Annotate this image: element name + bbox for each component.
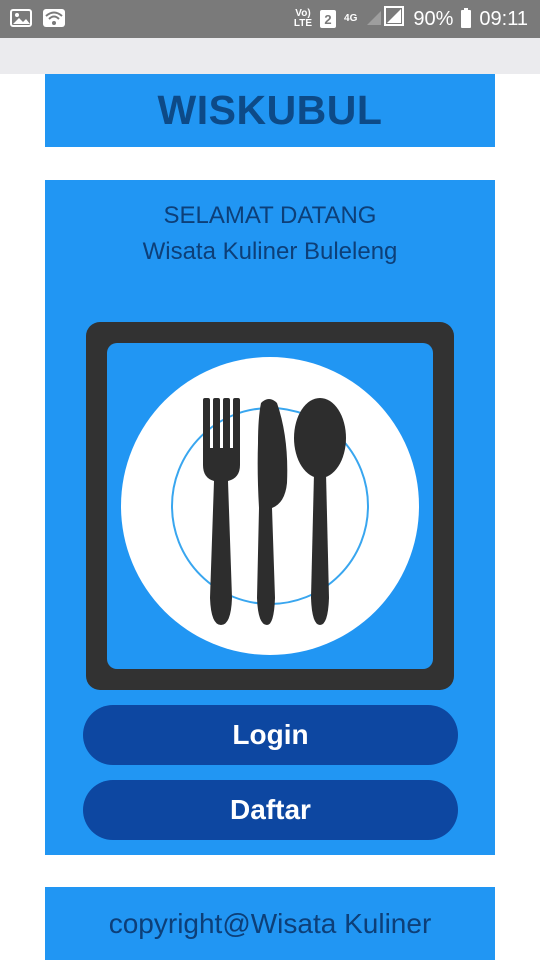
copyright-text: copyright@Wisata Kuliner: [108, 907, 432, 939]
app-header: WISKUBUL: [45, 74, 495, 147]
status-bar: Vo) LTE 2 4G 90% 09:11: [0, 0, 540, 38]
clock: 09:11: [479, 7, 528, 30]
battery-percent: 90%: [413, 7, 454, 30]
plate-cutlery-icon: [121, 357, 419, 655]
wifi-icon: [42, 8, 66, 33]
welcome-card: SELAMAT DATANG Wisata Kuliner Buleleng L…: [45, 180, 495, 855]
logo-background: [107, 343, 433, 669]
footer: copyright@Wisata Kuliner: [45, 887, 495, 960]
status-bar-left: [10, 8, 66, 33]
volte-indicator: Vo) LTE: [293, 8, 313, 29]
welcome-subheading: Wisata Kuliner Buleleng: [142, 238, 398, 265]
battery-icon: [461, 8, 472, 28]
app-logo: [86, 322, 454, 690]
gallery-notification-icon: [10, 8, 32, 33]
login-button[interactable]: Login: [83, 705, 458, 765]
sim-badge: 2: [320, 10, 337, 28]
app-title: WISKUBUL: [157, 87, 383, 133]
status-bar-right: Vo) LTE 2 4G 90% 09:11: [294, 0, 528, 38]
signal-icon: [365, 6, 405, 32]
welcome-heading: SELAMAT DATANG: [163, 202, 377, 229]
network-type-indicator: 4G: [344, 13, 358, 24]
app-toolbar: [0, 38, 540, 74]
register-button[interactable]: Daftar: [83, 780, 458, 840]
